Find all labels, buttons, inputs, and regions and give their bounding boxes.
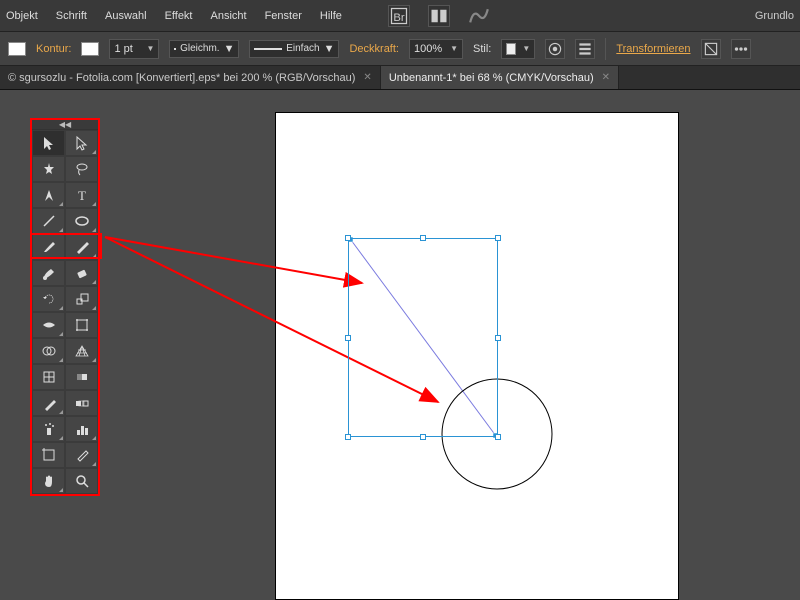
shape-builder-tool[interactable]	[32, 338, 65, 364]
stroke-profile-label: Gleichm.	[180, 43, 219, 54]
artboard-tool[interactable]	[32, 442, 65, 468]
lasso-tool[interactable]	[65, 156, 98, 182]
document-tab[interactable]: © sgursozlu - Fotolia.com [Konvertiert].…	[0, 66, 381, 89]
document-tab-bar: © sgursozlu - Fotolia.com [Konvertiert].…	[0, 66, 800, 90]
style-dropdown[interactable]: ▼	[501, 39, 535, 59]
menu-item[interactable]: Objekt	[6, 10, 38, 22]
line-segment-tool[interactable]	[32, 208, 65, 234]
blob-brush-tool[interactable]	[32, 260, 65, 286]
perspective-grid-tool[interactable]	[65, 338, 98, 364]
eraser-tool[interactable]	[65, 260, 98, 286]
document-tab-label: © sgursozlu - Fotolia.com [Konvertiert].…	[8, 72, 355, 84]
arrange-documents-icon[interactable]	[428, 5, 450, 27]
menu-item[interactable]: Hilfe	[320, 10, 342, 22]
chevron-down-icon: ▼	[324, 43, 335, 55]
width-tool[interactable]	[32, 312, 65, 338]
opacity-label: Deckkraft:	[349, 43, 399, 55]
stroke-color-swatch[interactable]	[81, 42, 99, 56]
options-bar: Kontur: 1 pt ▼ Gleichm. ▼ Einfach ▼ Deck…	[0, 32, 800, 66]
resize-handle[interactable]	[495, 434, 501, 440]
stroke-weight-dropdown[interactable]: 1 pt ▼	[109, 39, 159, 59]
magic-wand-tool[interactable]	[32, 156, 65, 182]
blend-tool[interactable]	[65, 390, 98, 416]
symbol-sprayer-tool[interactable]	[32, 416, 65, 442]
rotate-tool[interactable]	[32, 286, 65, 312]
resize-handle[interactable]	[495, 335, 501, 341]
transform-link[interactable]: Transformieren	[616, 43, 690, 55]
selection-bounding-box[interactable]	[348, 238, 498, 437]
scale-tool[interactable]	[65, 286, 98, 312]
resize-handle[interactable]	[345, 335, 351, 341]
bridge-icon[interactable]: Br	[388, 5, 410, 27]
menu-item[interactable]: Schrift	[56, 10, 87, 22]
isolate-icon[interactable]	[701, 39, 721, 59]
resize-handle[interactable]	[345, 235, 351, 241]
free-transform-tool[interactable]	[65, 312, 98, 338]
style-swatch	[506, 43, 516, 55]
svg-text:T: T	[78, 188, 86, 203]
contour-label: Kontur:	[36, 43, 71, 55]
chevron-down-icon: ▼	[522, 44, 530, 53]
gradient-tool[interactable]	[65, 364, 98, 390]
svg-text:Br: Br	[393, 12, 405, 24]
stroke-weight-value: 1 pt	[114, 43, 132, 55]
slice-tool[interactable]	[65, 442, 98, 468]
menu-bar: Objekt Schrift Auswahl Effekt Ansicht Fe…	[0, 0, 800, 32]
type-tool[interactable]: T	[65, 182, 98, 208]
paintbrush-tool[interactable]	[32, 234, 65, 260]
zoom-tool[interactable]	[65, 468, 98, 494]
chevron-down-icon: ▼	[224, 43, 235, 55]
column-graph-tool[interactable]	[65, 416, 98, 442]
align-icon[interactable]	[575, 39, 595, 59]
workspace	[0, 90, 800, 600]
opacity-value: 100%	[414, 43, 442, 55]
selection-tool[interactable]	[32, 130, 65, 156]
menu-item[interactable]: Fenster	[265, 10, 302, 22]
tools-panel: ◀◀ T	[30, 118, 100, 496]
eyedropper-tool[interactable]	[32, 390, 65, 416]
brush-definition-dropdown[interactable]: Einfach ▼	[249, 40, 339, 58]
direct-selection-tool[interactable]	[65, 130, 98, 156]
chevron-down-icon: ▼	[147, 44, 155, 53]
recolor-artwork-icon[interactable]	[545, 39, 565, 59]
pencil-tool[interactable]	[65, 234, 98, 260]
menu-item[interactable]: Ansicht	[211, 10, 247, 22]
tools-grid: T	[32, 130, 98, 494]
fill-color-swatch[interactable]	[8, 42, 26, 56]
close-icon[interactable]: ✕	[363, 72, 371, 83]
hand-tool[interactable]	[32, 468, 65, 494]
workspace-label[interactable]: Grundlo	[755, 10, 794, 22]
tools-panel-collapse[interactable]: ◀◀	[32, 120, 98, 130]
opacity-dropdown[interactable]: 100% ▼	[409, 39, 463, 59]
brush-definition-label: Einfach	[286, 43, 319, 54]
menu-item[interactable]: Effekt	[165, 10, 193, 22]
document-tab-label: Unbenannt-1* bei 68 % (CMYK/Vorschau)	[389, 72, 594, 84]
style-label: Stil:	[473, 43, 491, 55]
document-tab[interactable]: Unbenannt-1* bei 68 % (CMYK/Vorschau) ✕	[381, 66, 619, 89]
close-icon[interactable]: ✕	[602, 72, 610, 83]
resize-handle[interactable]	[345, 434, 351, 440]
chevron-down-icon: ▼	[450, 44, 458, 53]
resize-handle[interactable]	[495, 235, 501, 241]
resize-handle[interactable]	[420, 434, 426, 440]
resize-handle[interactable]	[420, 235, 426, 241]
ellipse-tool[interactable]	[65, 208, 98, 234]
misc-icon[interactable]	[731, 39, 751, 59]
stroke-profile-dropdown[interactable]: Gleichm. ▼	[169, 40, 239, 58]
menu-item[interactable]: Auswahl	[105, 10, 147, 22]
collapse-icon: ◀◀	[59, 120, 71, 129]
pen-tool[interactable]	[32, 182, 65, 208]
mesh-tool[interactable]	[32, 364, 65, 390]
gpu-icon[interactable]	[468, 5, 490, 27]
